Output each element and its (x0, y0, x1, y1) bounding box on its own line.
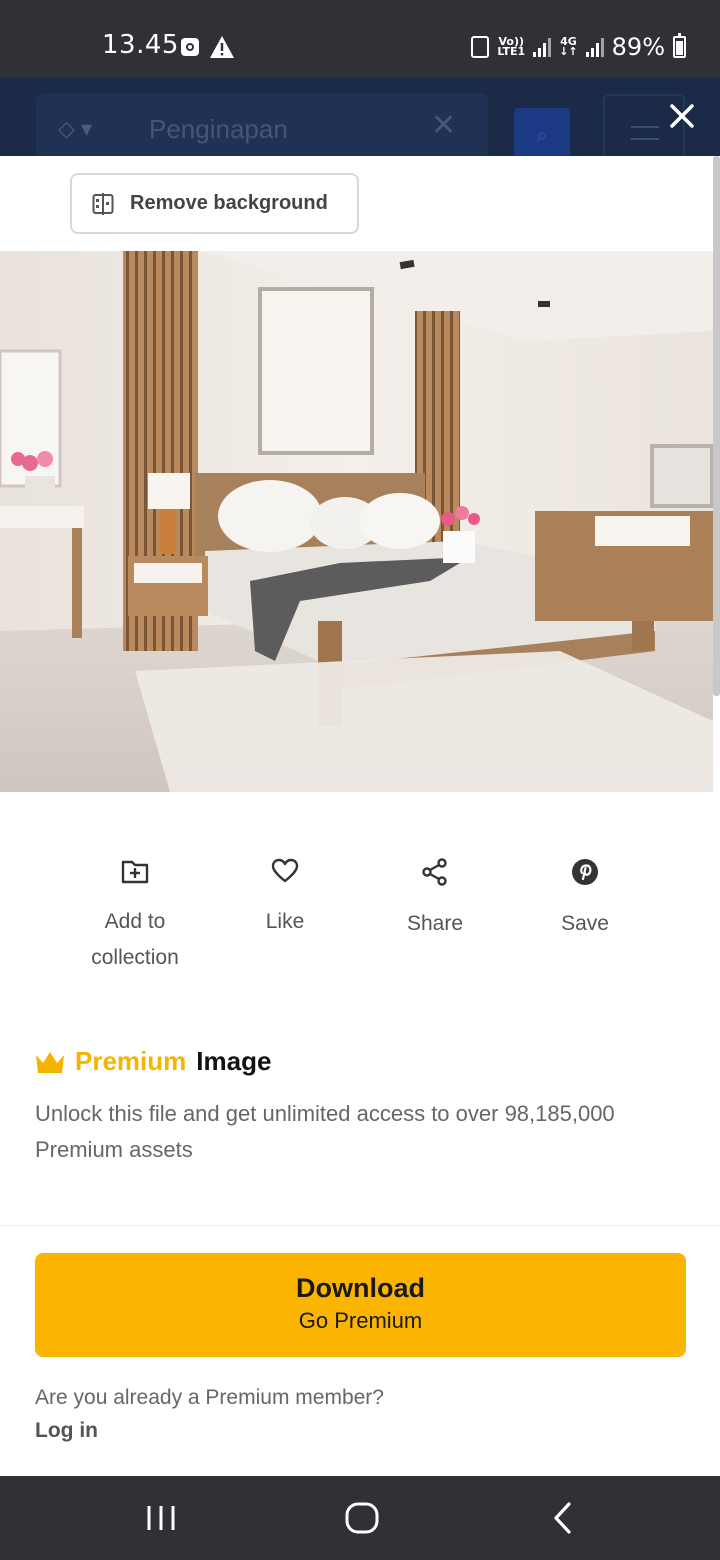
share-icon (422, 858, 447, 886)
pinterest-save-button[interactable]: Save (510, 858, 660, 942)
share-button[interactable]: Share (360, 858, 510, 942)
premium-heading: Premium Image (35, 1046, 271, 1077)
pinterest-icon (572, 859, 598, 885)
clear-icon: ✕ (431, 109, 457, 142)
signal-icon (533, 37, 552, 57)
volte-indicator: Vo)) LTE1 (497, 35, 526, 58)
bedroom-photo[interactable] (0, 251, 713, 792)
like-label: Like (265, 910, 305, 933)
background-search-button: ⌕ (514, 108, 570, 156)
premium-label: Premium (75, 1046, 187, 1076)
folder-plus-icon (121, 860, 149, 884)
recent-apps-icon[interactable] (136, 1496, 186, 1540)
scrollbar[interactable] (713, 156, 720, 696)
status-bar: 13.45 Vo)) LTE1 4G ↓↑ 89% (0, 0, 720, 78)
battery-percent: 89% (611, 33, 665, 61)
add-to-collection-label: Add to collection (91, 910, 179, 969)
background-app-header: ◇ ▾ Penginapan ✕ ⌕ (0, 78, 720, 156)
remove-background-label: Remove background (130, 192, 328, 214)
4g-indicator: 4G ↓↑ (559, 35, 578, 58)
battery-icon (673, 33, 686, 58)
data-saver-icon (471, 36, 490, 58)
remove-background-button[interactable]: Remove background (70, 173, 359, 234)
close-icon[interactable] (664, 98, 700, 134)
download-go-premium-button[interactable]: Download Go Premium (35, 1253, 686, 1357)
shapes-icon: ◇ ▾ (58, 116, 93, 141)
login-link[interactable]: Log in (35, 1419, 98, 1443)
divider (0, 1225, 720, 1226)
home-icon[interactable] (337, 1496, 387, 1540)
save-label: Save (561, 912, 609, 935)
download-label: Download (296, 1273, 425, 1303)
background-search-bar: ◇ ▾ Penginapan ✕ (36, 94, 488, 156)
image-label: Image (196, 1046, 272, 1076)
go-premium-label: Go Premium (298, 1308, 423, 1333)
remove-background-icon (92, 192, 114, 215)
heart-icon (271, 858, 299, 883)
like-button[interactable]: Like (210, 858, 360, 940)
back-icon[interactable] (538, 1496, 588, 1540)
share-label: Share (406, 912, 464, 935)
background-search-text: Penginapan (149, 114, 288, 144)
add-to-collection-button[interactable]: Add to collection (60, 858, 210, 976)
system-nav-bar (0, 1476, 720, 1560)
clock-icon (181, 38, 199, 56)
signal-icon-2 (585, 37, 604, 57)
already-member-text: Are you already a Premium member? (35, 1386, 384, 1409)
action-row: Add to collection Like Share Save (60, 858, 660, 978)
status-time: 13.45 (102, 30, 179, 60)
status-icons: Vo)) LTE1 4G ↓↑ 89% (471, 30, 686, 64)
warning-icon (210, 36, 234, 58)
crown-icon (36, 1051, 64, 1073)
premium-description: Unlock this file and get unlimited acces… (35, 1101, 615, 1162)
